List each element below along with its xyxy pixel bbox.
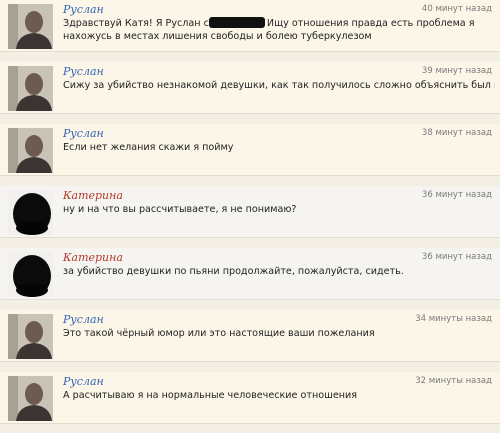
avatar[interactable] [8, 376, 53, 421]
message-item: Руслан 34 минуты назад Это такой чёрный … [0, 310, 500, 362]
message-time: 38 минут назад [421, 128, 492, 138]
message-text: Здравствуй Катя! Я Руслан с Ищу отношения… [63, 17, 475, 42]
avatar[interactable] [8, 314, 53, 359]
avatar[interactable] [8, 128, 53, 173]
message-time: 40 минут назад [421, 4, 492, 14]
message-time: 36 минут назад [421, 190, 492, 200]
message-author[interactable]: Руслан [63, 375, 104, 388]
message-item: Руслан 38 минут назад Если нет желания с… [0, 124, 500, 176]
message-time: 36 минут назад [421, 252, 492, 262]
message-item: Руслан 39 минут назад Сижу за убийство н… [0, 62, 500, 114]
message-author[interactable]: Руслан [63, 313, 104, 326]
message-item: Катерина 36 минут назад ну и на что вы р… [0, 186, 500, 238]
message-item: Руслан 32 минуты назад А расчитываю я на… [0, 372, 500, 424]
avatar[interactable] [8, 252, 53, 297]
message-time: 34 минуты назад [415, 314, 492, 324]
message-text: ну и на что вы рассчитываете, я не поним… [63, 204, 297, 215]
message-time: 32 минуты назад [415, 376, 492, 386]
message-time: 39 минут назад [421, 66, 492, 76]
message-text: Это такой чёрный юмор или это настоящие … [63, 328, 375, 339]
avatar[interactable] [8, 66, 53, 111]
message-author[interactable]: Катерина [63, 189, 123, 202]
message-text: Сижу за убийство незнакомой девушки, как… [63, 80, 495, 91]
message-text: Если нет желания скажи я пойму [63, 142, 234, 153]
avatar[interactable] [8, 190, 53, 235]
message-text: за убийство девушки по пьяни продолжайте… [63, 266, 404, 277]
message-author[interactable]: Руслан [63, 65, 104, 78]
message-item: Катерина 36 минут назад за убийство деву… [0, 248, 500, 300]
message-author[interactable]: Катерина [63, 251, 123, 264]
avatar[interactable] [8, 4, 53, 49]
message-item: Руслан 40 минут назад Здравствуй Катя! Я… [0, 0, 500, 52]
message-text: А расчитываю я на нормальные человечески… [63, 390, 358, 401]
message-author[interactable]: Руслан [63, 3, 104, 16]
message-author[interactable]: Руслан [63, 127, 104, 140]
redacted-block [208, 17, 265, 28]
message-list: Руслан 40 минут назад Здравствуй Катя! Я… [0, 0, 500, 433]
